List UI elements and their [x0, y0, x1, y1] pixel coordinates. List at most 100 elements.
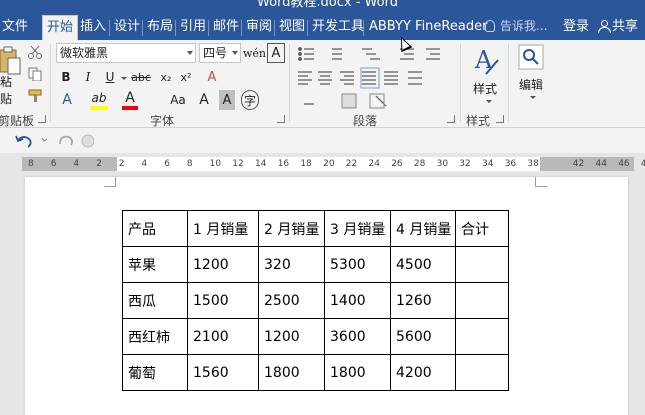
table-cell[interactable]: 产品: [122, 210, 188, 247]
chevron-down-icon[interactable]: [486, 100, 492, 103]
login-button[interactable]: 登录: [563, 15, 589, 40]
table-cell[interactable]: 苹果: [122, 246, 188, 283]
tab-references[interactable]: 引用: [176, 15, 210, 40]
tab-review[interactable]: 审阅: [242, 15, 276, 40]
table-cell[interactable]: 1260: [390, 282, 456, 319]
table-cell[interactable]: 西瓜: [122, 282, 188, 319]
font-size-combo[interactable]: 四号: [199, 43, 241, 63]
styles-dialog-launcher[interactable]: [496, 115, 504, 123]
table-cell[interactable]: 1400: [324, 282, 391, 319]
tab-mailings[interactable]: 邮件: [209, 15, 243, 40]
font-dialog-launcher[interactable]: [277, 115, 285, 123]
clipboard-dialog-launcher[interactable]: [38, 115, 46, 123]
tab-home[interactable]: 开始: [42, 15, 79, 40]
subscript-button[interactable]: x₂: [157, 67, 175, 87]
cut-icon[interactable]: [28, 45, 42, 59]
clear-formatting-button[interactable]: A: [203, 67, 221, 87]
chevron-down-icon: [187, 51, 193, 55]
superscript-button[interactable]: x²: [177, 67, 195, 87]
table-cell[interactable]: 320: [258, 246, 325, 283]
table-cell[interactable]: 1 月销量: [187, 210, 259, 247]
table-cell[interactable]: [455, 246, 509, 283]
table-cell[interactable]: 5300: [324, 246, 391, 283]
table-cell[interactable]: 5600: [390, 318, 456, 355]
paste-button[interactable]: 粘贴: [0, 75, 20, 106]
enclose-char-button[interactable]: 字: [241, 90, 259, 110]
ruler-tick-label: 26: [391, 159, 403, 169]
table-cell[interactable]: 葡萄: [122, 354, 188, 391]
tab-layout[interactable]: 布局: [143, 15, 177, 40]
char-shading-button[interactable]: A: [219, 90, 235, 110]
ruler-tick-label: 30: [436, 159, 449, 169]
search-icon[interactable]: [518, 44, 544, 70]
table-cell[interactable]: 1500: [187, 282, 259, 319]
table-cell[interactable]: 1200: [258, 318, 325, 355]
horizontal-ruler[interactable]: 8 6 4 2 2 4 6 8 10 12 14 16 18 20 22 24 26 28 30 32 34 36 38 42…: [0, 153, 645, 175]
table-row: 西瓜 1500 2500 1400 1260: [122, 282, 509, 319]
styles-icon[interactable]: A: [472, 44, 502, 78]
grow-font-button[interactable]: A: [196, 90, 212, 110]
document-page[interactable]: 产品 1 月销量 2 月销量 3 月销量 4 月销量 合计 苹果 1200 32…: [25, 177, 628, 415]
sales-table[interactable]: 产品 1 月销量 2 月销量 3 月销量 4 月销量 合计 苹果 1200 32…: [122, 210, 509, 391]
font-name-combo[interactable]: 微软雅黑: [56, 43, 196, 63]
table-cell[interactable]: [455, 318, 509, 355]
paragraph-dialog-launcher[interactable]: [447, 115, 455, 123]
table-cell[interactable]: 1800: [258, 354, 325, 391]
table-row: 苹果 1200 320 5300 4500: [122, 246, 509, 283]
table-cell[interactable]: 4500: [390, 246, 456, 283]
title-bar: Word教程.docx - Word: [0, 0, 645, 10]
table-cell[interactable]: 3600: [324, 318, 391, 355]
table-cell[interactable]: 2500: [258, 282, 325, 319]
tab-view[interactable]: 视图: [275, 15, 309, 40]
text-effects-button[interactable]: A: [58, 90, 76, 110]
bold-button[interactable]: B: [58, 67, 74, 87]
margin-corner-mark: [104, 177, 116, 187]
table-cell[interactable]: 1800: [324, 354, 391, 391]
strikethrough-button[interactable]: abc: [128, 67, 154, 87]
clipboard-group-label: 剪贴板: [0, 114, 35, 128]
table-cell[interactable]: 2 月销量: [258, 210, 325, 247]
ruler-track[interactable]: 8 6 4 2 2 4 6 8 10 12 14 16 18 20 22 24 26 28 30 32 34 36 38 42…: [22, 157, 645, 171]
tab-file[interactable]: 文件: [0, 15, 32, 40]
char-border-button[interactable]: A: [267, 43, 285, 63]
ruler-tick-label: 14: [255, 159, 267, 169]
table-cell[interactable]: 1560: [187, 354, 259, 391]
ruler-tick-label: 6: [50, 159, 57, 169]
table-cell[interactable]: 2100: [187, 318, 259, 355]
ruler-tick-label: 2: [96, 159, 102, 169]
phonetic-guide-button[interactable]: wén: [243, 43, 266, 63]
tab-abbyy[interactable]: ABBYY FineReader: [365, 15, 491, 40]
font-name-value: 微软雅黑: [60, 46, 109, 60]
chevron-down-icon[interactable]: [530, 96, 536, 99]
highlight-button[interactable]: ab: [90, 90, 108, 110]
tab-developer[interactable]: 开发工具: [308, 15, 368, 40]
table-cell[interactable]: 1200: [187, 246, 259, 283]
editing-button[interactable]: 编辑: [514, 74, 548, 94]
tab-insert[interactable]: 插入: [76, 15, 110, 40]
undo-redo-icons[interactable]: [14, 132, 94, 150]
table-cell[interactable]: 4200: [390, 354, 456, 391]
format-painter-icon[interactable]: [28, 89, 44, 103]
chevron-down-icon[interactable]: [121, 77, 127, 80]
lightbulb-icon: [485, 20, 495, 32]
styles-button[interactable]: 样式: [468, 78, 502, 98]
paragraph-controls[interactable]: [296, 44, 466, 110]
ruler-tick-label: 8: [186, 159, 193, 169]
copy-icon[interactable]: [28, 67, 42, 81]
underline-button[interactable]: U: [102, 67, 118, 87]
italic-button[interactable]: I: [80, 67, 96, 87]
table-cell[interactable]: [455, 354, 509, 391]
change-case-button[interactable]: Aa: [166, 90, 190, 110]
share-button[interactable]: 共享: [598, 15, 638, 40]
ruler-left-margin: [22, 157, 117, 171]
font-group-label: 字体: [150, 114, 175, 128]
table-cell[interactable]: [455, 282, 509, 319]
font-color-button[interactable]: A: [122, 90, 138, 110]
table-cell[interactable]: 4 月销量: [390, 210, 456, 247]
tab-design[interactable]: 设计: [110, 15, 144, 40]
table-cell[interactable]: 西红柿: [122, 318, 188, 355]
tell-me-box[interactable]: 告诉我...: [485, 15, 547, 40]
word-window: Word教程.docx - Word 文件 开始 插入 设计 布局 引用 邮件 …: [0, 0, 645, 415]
table-cell[interactable]: 合计: [455, 210, 509, 247]
table-cell[interactable]: 3 月销量: [324, 210, 391, 247]
